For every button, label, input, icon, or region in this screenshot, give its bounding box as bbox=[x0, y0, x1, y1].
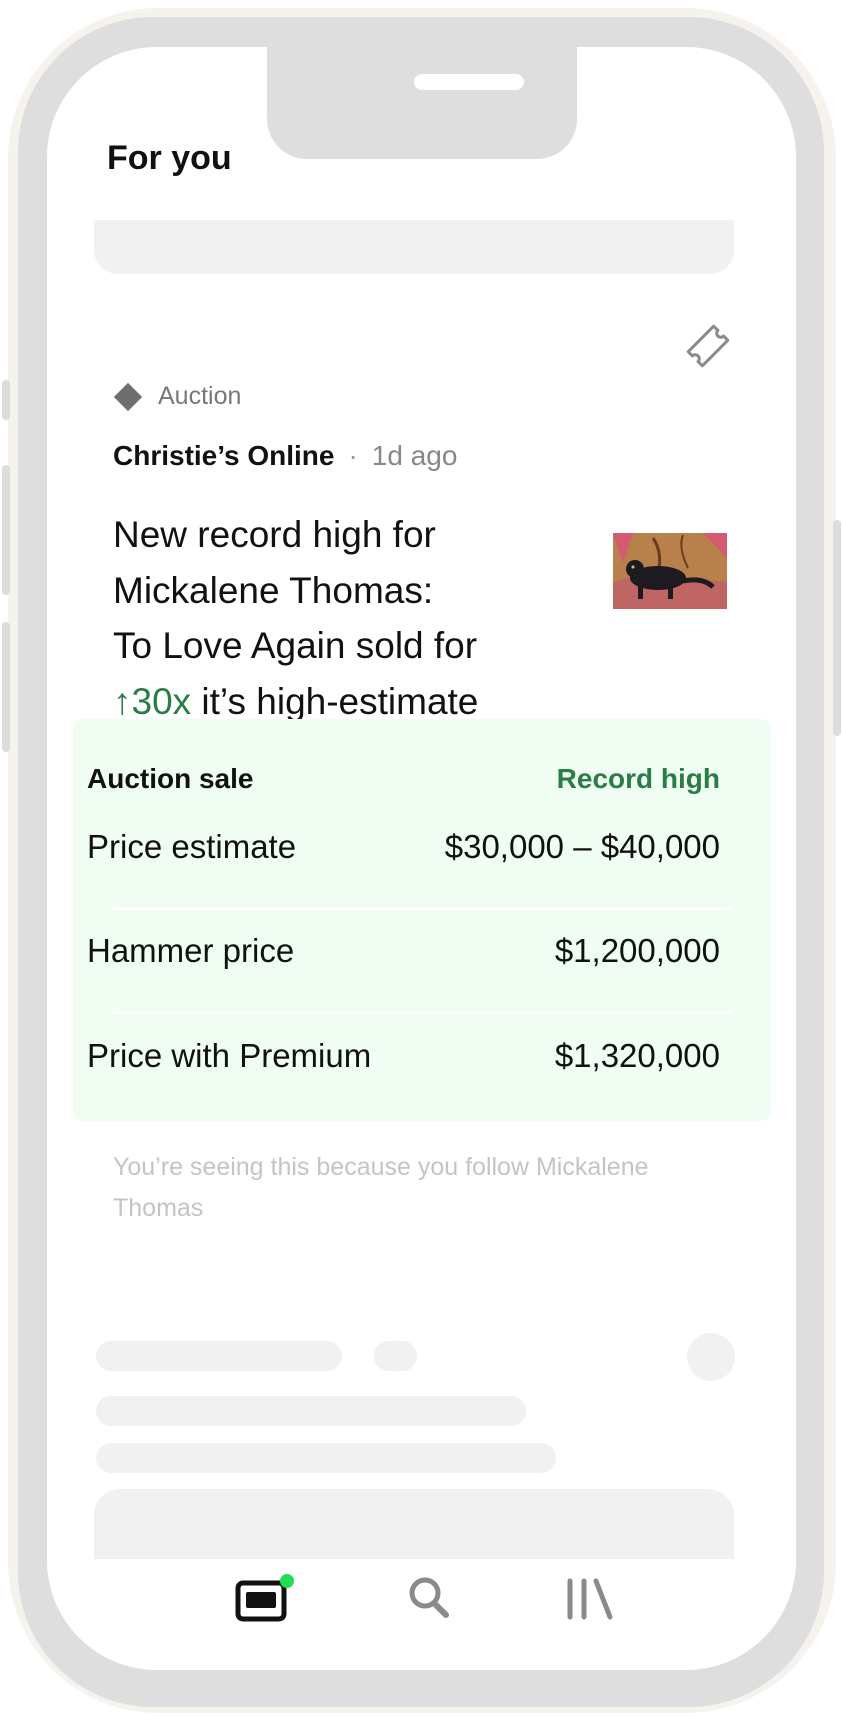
hammer-price-value: $1,200,000 bbox=[554, 932, 720, 969]
price-with-premium-value: $1,320,000 bbox=[554, 1037, 720, 1074]
headline-tail: it’s high-estimate bbox=[191, 680, 479, 722]
row-divider bbox=[113, 1011, 733, 1014]
headline-line: New record high for bbox=[113, 514, 436, 555]
side-button-volume-up bbox=[2, 465, 10, 595]
skeleton-line bbox=[96, 1341, 342, 1371]
record-high-badge: Record high bbox=[556, 763, 720, 794]
price-with-premium-label: Price with Premium bbox=[87, 1037, 372, 1074]
separator-dot: · bbox=[348, 440, 358, 471]
price-estimate-value: $30,000 – $40,000 bbox=[444, 828, 720, 865]
skeleton-pill bbox=[374, 1341, 417, 1371]
diamond-icon bbox=[113, 382, 143, 411]
multiplier: 30x bbox=[131, 680, 192, 722]
skeleton-circle bbox=[687, 1333, 735, 1381]
artwork-image bbox=[613, 533, 727, 609]
headline-line: Mickalene Thomas: bbox=[113, 569, 434, 611]
page-title: For you bbox=[107, 139, 232, 177]
side-button-volume-down bbox=[2, 622, 10, 752]
timestamp: 1d ago bbox=[371, 440, 458, 471]
source-name[interactable]: Christie’s Online bbox=[113, 440, 334, 472]
category-label: Auction bbox=[158, 382, 242, 410]
skeleton-line bbox=[96, 1443, 556, 1473]
skeleton-line bbox=[96, 1396, 526, 1426]
skeleton-card-top bbox=[94, 220, 734, 274]
artwork-thumbnail[interactable] bbox=[613, 533, 727, 609]
hammer-price-label: Hammer price bbox=[87, 932, 295, 969]
up-arrow-icon: ↑ bbox=[113, 680, 132, 722]
price-estimate-label: Price estimate bbox=[87, 828, 297, 865]
recommendation-reason: You’re seeing this because you follow Mi… bbox=[113, 1153, 649, 1222]
row-divider bbox=[113, 907, 733, 910]
notification-dot bbox=[280, 1574, 294, 1588]
side-button-power bbox=[833, 520, 841, 736]
notch bbox=[267, 47, 577, 159]
speaker-grille bbox=[414, 74, 524, 90]
feed-icon[interactable] bbox=[234, 1571, 298, 1627]
headline[interactable]: New record high for Mickalene Thomas: To… bbox=[113, 507, 583, 729]
search-icon[interactable] bbox=[402, 1571, 458, 1627]
headline-line: To Love Again sold for bbox=[113, 625, 478, 666]
ticket-icon[interactable] bbox=[682, 320, 734, 372]
source-line: Christie’s Online · 1d ago bbox=[113, 440, 457, 472]
auction-sale-title: Auction sale bbox=[87, 763, 254, 794]
phone-screen: For you Auction Christie’s Online · 1d a… bbox=[47, 47, 796, 1670]
library-icon[interactable] bbox=[560, 1571, 620, 1627]
category-tag: Auction bbox=[113, 382, 241, 411]
side-button-mute bbox=[2, 380, 10, 420]
